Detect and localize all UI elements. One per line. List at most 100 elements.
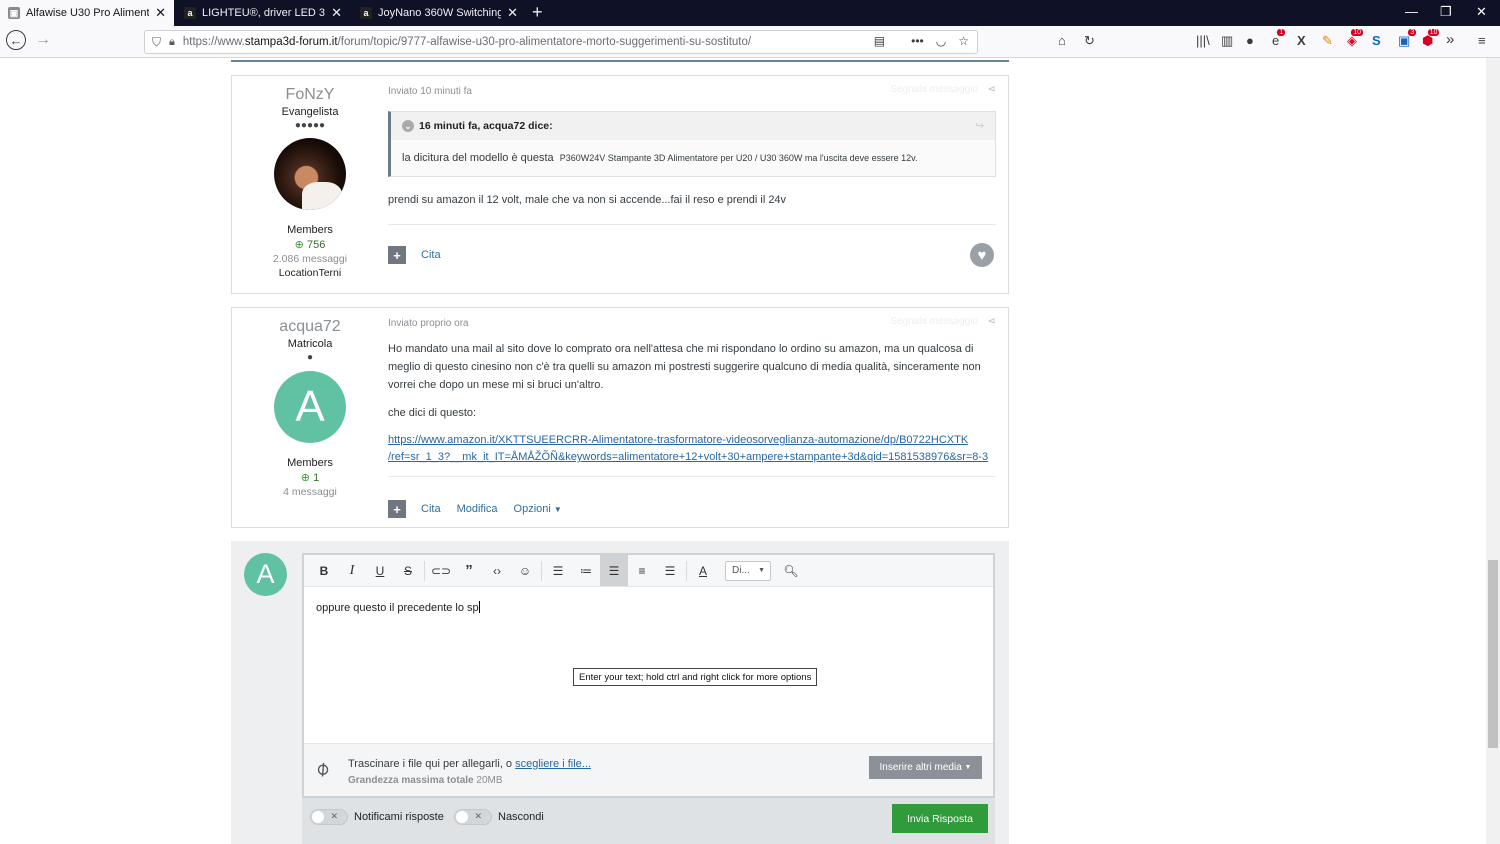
close-icon[interactable]: ✕: [507, 5, 518, 21]
submit-reply-button[interactable]: Invia Risposta: [892, 804, 988, 833]
options-button[interactable]: Opzioni ▼: [514, 503, 562, 515]
reply-editor[interactable]: B I U S ⊂⊃ ” ‹› ☺ ☰ ≔ ☰ ≡ ☰ A Di...▼ 🔍︎: [302, 553, 995, 798]
font-select[interactable]: Di... ▼: [725, 560, 771, 581]
avatar[interactable]: A: [274, 371, 346, 443]
align-right-icon[interactable]: ☰: [656, 555, 684, 586]
close-window-icon[interactable]: ✕: [1476, 4, 1487, 20]
post-body-2: che dici di questo:: [388, 407, 477, 419]
report-link[interactable]: Segnala messaggio: [890, 84, 978, 95]
reload-icon[interactable]: ↻: [1084, 33, 1095, 49]
new-tab-button[interactable]: +: [532, 2, 543, 23]
post-content: Inviato 10 minuti fa Segnala messaggio ⋖…: [388, 76, 996, 267]
extension-x-icon[interactable]: X: [1297, 33, 1306, 48]
url-bar[interactable]: ⛉ 🔒︎ https://www.stampa3d-forum.it/forum…: [144, 30, 978, 54]
minimize-icon[interactable]: —: [1405, 4, 1418, 19]
quote-button[interactable]: Cita: [421, 503, 441, 515]
author-group: Members: [287, 224, 333, 236]
reputation: ⊕ 756: [294, 239, 326, 251]
numbered-list-icon[interactable]: ≔: [572, 555, 600, 586]
url-text[interactable]: https://www.stampa3d-forum.it/forum/topi…: [183, 36, 751, 48]
author-rank: Evangelista: [281, 106, 339, 118]
close-icon[interactable]: ✕: [155, 5, 166, 21]
bullet-list-icon[interactable]: ☰: [544, 555, 572, 586]
italic-button[interactable]: I: [338, 555, 366, 586]
nav-bar: ← → ⛉ 🔒︎ https://www.stampa3d-forum.it/f…: [0, 26, 1500, 58]
divider: [231, 60, 1009, 62]
editor-text[interactable]: oppure questo il precedente lo sp: [316, 601, 480, 614]
align-left-icon[interactable]: ☰: [600, 555, 628, 586]
share-icon[interactable]: ⋖: [988, 84, 996, 95]
paperclip-icon: ⌀: [310, 756, 335, 782]
tab-lighteu[interactable]: a LIGHTEU®, driver LED 350W in ✕: [176, 0, 350, 26]
code-icon[interactable]: ‹›: [483, 555, 511, 586]
bookmark-star-icon[interactable]: ☆: [958, 34, 969, 48]
tab-joynano[interactable]: a JoyNano 360W Switching Powe ✕: [352, 0, 526, 26]
goto-quote-icon[interactable]: ↪: [975, 120, 984, 132]
amazon-link[interactable]: https://www.amazon.it/XKTTSUEERCRR-Alime…: [388, 432, 996, 449]
message-count: 2.086 messaggi: [272, 253, 348, 265]
extension-pen-icon[interactable]: ✎: [1322, 33, 1333, 49]
reply-footer: ✕ Notificami risposte ✕ Nascondi Invia R…: [302, 798, 995, 844]
share-icon[interactable]: ⋖: [988, 316, 996, 327]
author-name[interactable]: FoNzY: [232, 86, 388, 104]
notify-toggle[interactable]: ✕: [310, 809, 348, 825]
post-actions: + Cita: [388, 246, 457, 264]
link-icon[interactable]: ⊂⊃: [427, 555, 455, 586]
align-center-icon[interactable]: ≡: [628, 555, 656, 586]
extension-s-icon[interactable]: S: [1372, 33, 1381, 48]
restore-icon[interactable]: ❐: [1440, 4, 1452, 20]
lock-icon[interactable]: 🔒︎: [169, 36, 175, 49]
caret-down-icon: ▼: [553, 505, 562, 514]
avatar: A: [244, 553, 287, 596]
shield-icon[interactable]: ⛉: [152, 35, 161, 50]
tab-alfawise[interactable]: ▣ Alfawise U30 Pro Alimentatore ✕: [0, 0, 174, 26]
close-icon[interactable]: ✕: [331, 5, 342, 21]
scrollbar[interactable]: [1486, 58, 1500, 844]
heart-icon[interactable]: ♥: [970, 243, 994, 267]
reader-view-icon[interactable]: ▤: [874, 34, 885, 48]
extension-box-icon[interactable]: ▣ 3: [1398, 29, 1417, 49]
attachment-area[interactable]: ⌀ Trascinare i file qui per allegarli, o…: [304, 743, 993, 796]
multiquote-button[interactable]: +: [388, 246, 406, 264]
text-color-icon[interactable]: A: [689, 555, 717, 586]
caret-down-icon: ▼: [758, 567, 765, 574]
post-body: prendi su amazon il 12 volt, male che va…: [388, 194, 787, 206]
extension-abp-icon[interactable]: ⬢ 10: [1422, 29, 1440, 49]
scrollbar-thumb[interactable]: [1488, 560, 1498, 748]
extension-shield-icon[interactable]: ◈ 10: [1347, 29, 1363, 49]
pocket-icon[interactable]: ◡: [936, 34, 946, 48]
account-icon[interactable]: ●: [1246, 33, 1254, 48]
library-icon[interactable]: |||\: [1196, 33, 1210, 48]
author-panel: acqua72 Matricola ● A Members ⊕ 1 4 mess…: [232, 308, 388, 498]
max-size: Grandezza massima totale 20MB: [348, 775, 503, 786]
home-icon[interactable]: ⌂: [1058, 33, 1066, 48]
avatar[interactable]: [274, 138, 346, 210]
multiquote-button[interactable]: +: [388, 500, 406, 518]
amazon-link-cont[interactable]: /ref=sr_1_3?__mk_it_IT=ÅMÅŽÕÑ&keywords=a…: [388, 449, 996, 466]
strikethrough-button[interactable]: S: [394, 555, 422, 586]
author-rank: Matricola: [287, 338, 333, 350]
edit-button[interactable]: Modifica: [457, 503, 498, 515]
more-icon[interactable]: •••: [911, 34, 924, 48]
underline-button[interactable]: U: [366, 555, 394, 586]
chevron-down-icon[interactable]: ⌄: [402, 120, 414, 132]
bold-button[interactable]: B: [310, 555, 338, 586]
author-name[interactable]: acqua72: [232, 318, 388, 336]
editor-toolbar: B I U S ⊂⊃ ” ‹› ☺ ☰ ≔ ☰ ≡ ☰ A Di... ▼ 🔍︎: [304, 555, 993, 587]
back-icon[interactable]: ←: [6, 30, 26, 50]
more-media-button[interactable]: Inserire altri media ▼: [869, 756, 982, 779]
overflow-icon[interactable]: »: [1446, 31, 1454, 48]
preview-icon[interactable]: 🔍︎: [777, 555, 805, 586]
extension-e-icon[interactable]: e1: [1272, 29, 1286, 48]
hide-toggle[interactable]: ✕: [454, 809, 492, 825]
post-body: Ho mandato una mail al sito dove lo comp…: [388, 343, 981, 391]
menu-icon[interactable]: ≡: [1478, 33, 1486, 48]
emoji-icon[interactable]: ☺: [511, 555, 539, 586]
forward-icon[interactable]: →: [35, 31, 51, 49]
report-link[interactable]: Segnala messaggio: [890, 316, 978, 327]
sidebar-icon[interactable]: ▥: [1221, 33, 1233, 49]
quote-icon[interactable]: ”: [455, 555, 483, 586]
quote-header: ⌄ 16 minuti fa, acqua72 dice: ↪: [391, 112, 995, 140]
choose-files-link[interactable]: scegliere i file...: [515, 758, 591, 770]
quote-button[interactable]: Cita: [421, 249, 441, 261]
